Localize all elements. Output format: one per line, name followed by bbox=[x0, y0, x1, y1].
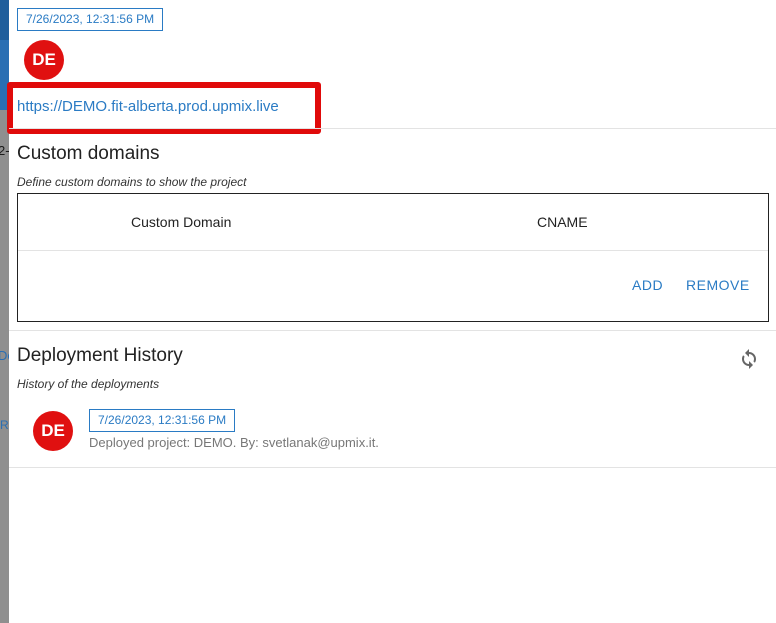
avatar: DE bbox=[33, 411, 73, 451]
custom-domains-table: Custom Domain CNAME ADD REMOVE bbox=[17, 193, 769, 322]
background-text-fragment: R bbox=[0, 418, 9, 432]
history-timestamp-badge: 7/26/2023, 12:31:56 PM bbox=[89, 409, 236, 432]
divider bbox=[9, 128, 776, 129]
table-divider bbox=[18, 250, 768, 251]
column-header-custom-domain[interactable]: Custom Domain bbox=[131, 214, 231, 230]
divider bbox=[9, 330, 776, 331]
deployment-history-title: Deployment History bbox=[17, 345, 183, 366]
refresh-icon[interactable] bbox=[737, 347, 761, 371]
add-domain-button[interactable]: ADD bbox=[632, 277, 663, 293]
project-url-link[interactable]: https://DEMO.fit-alberta.prod.upmix.live bbox=[17, 98, 279, 115]
column-header-cname[interactable]: CNAME bbox=[537, 214, 588, 230]
header-timestamp-badge: 7/26/2023, 12:31:56 PM bbox=[17, 8, 164, 31]
remove-domain-button[interactable]: REMOVE bbox=[686, 277, 750, 293]
divider bbox=[9, 467, 776, 468]
deployment-history-subtitle: History of the deployments bbox=[17, 377, 160, 391]
custom-domains-title: Custom domains bbox=[17, 143, 160, 164]
project-detail-panel: 7/26/2023, 12:31:56 PM DE https://DEMO.f… bbox=[7, 0, 776, 623]
history-item-description: Deployed project: DEMO. By: svetlanak@up… bbox=[89, 435, 379, 450]
custom-domains-subtitle: Define custom domains to show the projec… bbox=[17, 175, 247, 189]
avatar: DE bbox=[24, 40, 64, 80]
